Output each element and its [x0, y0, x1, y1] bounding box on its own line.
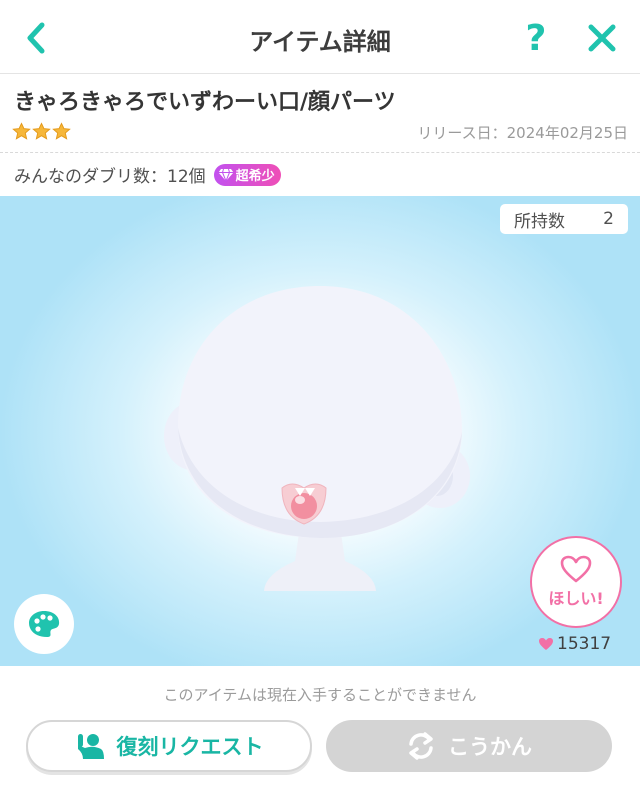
- item-preview: 所持数 2 ほしい! 15317: [0, 196, 640, 666]
- divider: [0, 152, 640, 153]
- rarity-label: 超希少: [235, 169, 275, 184]
- revival-request-label: 復刻リクエスト: [116, 735, 264, 759]
- question-icon: ?: [525, 17, 547, 59]
- help-button[interactable]: ?: [514, 16, 558, 60]
- duplicate-count-row: みんなのダブリ数：12個 超希少: [14, 162, 281, 187]
- rarity-badge: 超希少: [213, 163, 281, 186]
- unavailable-notice: このアイテムは現在入手することができません: [163, 686, 477, 704]
- item-name: きゃろきゃろでいずわーい口/顔パーツ: [14, 90, 396, 115]
- star-icon: [52, 122, 71, 140]
- trade-label: こうかん: [448, 735, 532, 759]
- palette-icon: [29, 611, 60, 637]
- want-label: ほしい!: [548, 589, 604, 608]
- diamond-icon: [218, 168, 234, 182]
- color-palette-button[interactable]: [14, 594, 74, 654]
- revival-request-button[interactable]: 復刻リクエスト: [26, 720, 312, 772]
- exchange-icon: [409, 732, 433, 760]
- want-button[interactable]: ほしい!: [530, 536, 622, 628]
- like-count-value: 15317: [557, 634, 612, 654]
- trade-button[interactable]: こうかん: [326, 720, 612, 772]
- heart-outline-icon: [560, 555, 592, 583]
- heart-icon: [539, 638, 553, 650]
- star-icon: [12, 122, 31, 140]
- release-date: リリース日：2024年02月25日: [417, 124, 628, 142]
- close-icon: [588, 24, 616, 52]
- star-icon: [32, 122, 51, 140]
- like-count: 15317: [538, 634, 611, 654]
- close-button[interactable]: [580, 16, 624, 60]
- duplicate-count: みんなのダブリ数：12個: [14, 167, 206, 187]
- star-rating: [12, 122, 71, 141]
- raise-hand-icon: [77, 734, 104, 759]
- top-bar: アイテム詳細 ?: [0, 0, 640, 74]
